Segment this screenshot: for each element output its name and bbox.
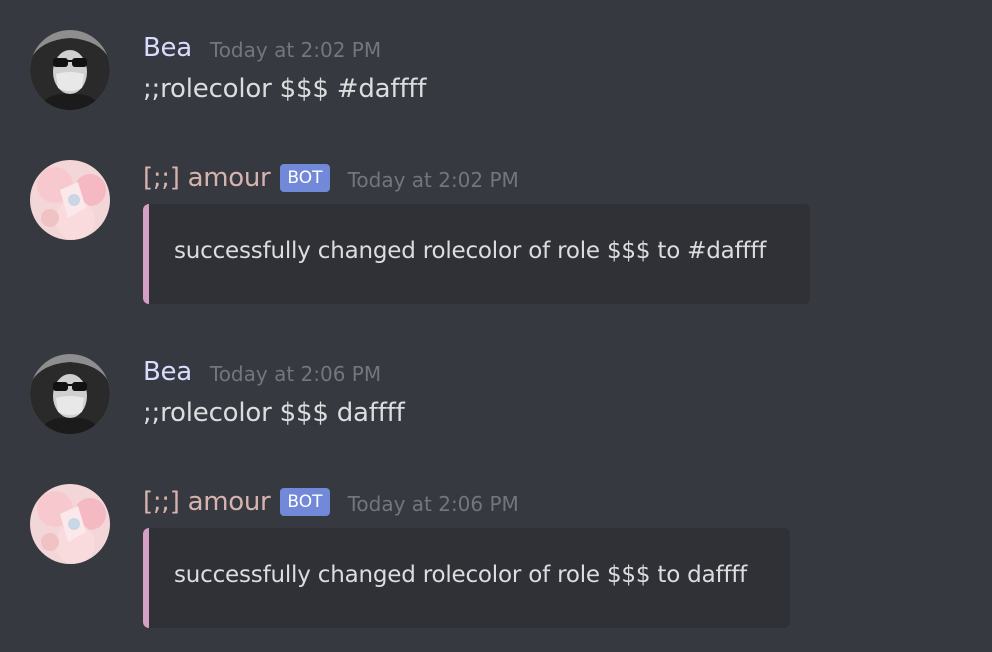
message-text: ;;rolecolor $$$ daffff: [143, 398, 405, 428]
embed-description: successfully changed rolecolor of role $…: [174, 562, 748, 588]
message-header: Bea Today at 2:06 PM: [143, 354, 381, 390]
message-header: [;;] amour BOT Today at 2:02 PM: [143, 160, 519, 196]
username[interactable]: Bea: [143, 33, 192, 63]
embed: successfully changed rolecolor of role $…: [143, 204, 810, 304]
embed: successfully changed rolecolor of role $…: [143, 528, 790, 628]
timestamp: Today at 2:02 PM: [347, 168, 519, 192]
bot-avatar-icon[interactable]: [30, 160, 110, 240]
message-header: Bea Today at 2:02 PM: [143, 30, 381, 66]
timestamp: Today at 2:02 PM: [209, 38, 382, 62]
bot-username[interactable]: [;;] amour: [143, 487, 271, 517]
timestamp: Today at 2:06 PM: [209, 362, 382, 386]
message-header: [;;] amour BOT Today at 2:06 PM: [143, 484, 519, 520]
user-avatar-icon[interactable]: [30, 354, 110, 434]
message-text: ;;rolecolor $$$ #daffff: [143, 74, 427, 104]
timestamp: Today at 2:06 PM: [347, 492, 519, 516]
bot-badge: BOT: [280, 164, 330, 192]
bot-avatar-icon[interactable]: [30, 484, 110, 564]
embed-description: successfully changed rolecolor of role $…: [174, 238, 767, 264]
bot-badge: BOT: [280, 488, 330, 516]
chat-messages: Bea Today at 2:02 PM ;;rolecolor $$$ #da…: [0, 0, 992, 652]
bot-username[interactable]: [;;] amour: [143, 163, 271, 193]
user-avatar-icon[interactable]: [30, 30, 110, 110]
username[interactable]: Bea: [143, 357, 192, 387]
